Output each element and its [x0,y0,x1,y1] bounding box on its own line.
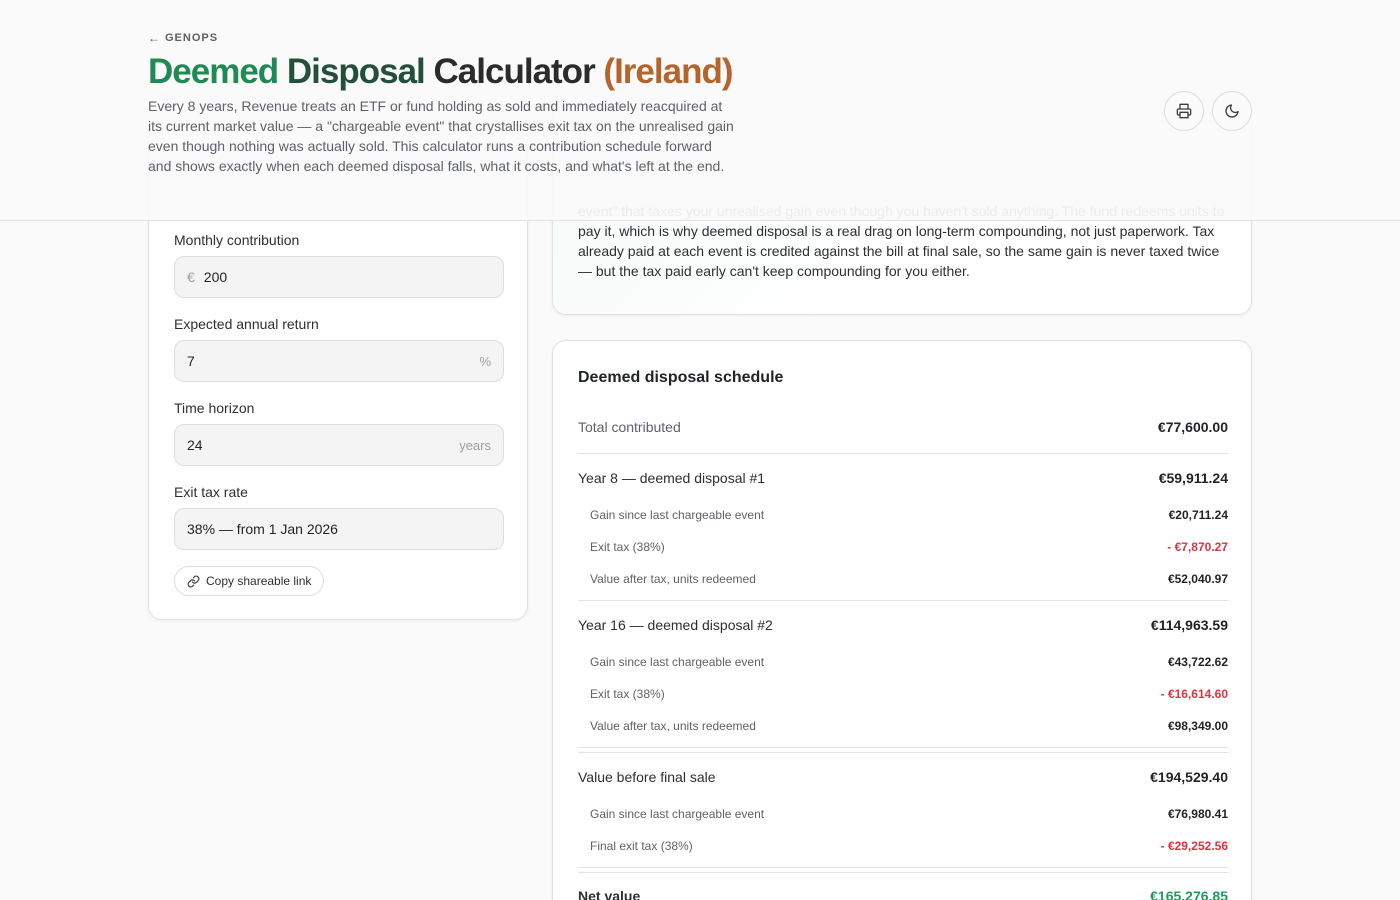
years-suffix: years [459,437,491,453]
gain-row: Gain since last chargeable event €43,722… [578,655,1228,669]
total-contributed-value: €77,600.00 [1157,419,1228,435]
divider [578,600,1228,601]
gain-value: €20,711.24 [1168,508,1228,522]
gain-label: Gain since last chargeable event [590,807,765,821]
after-tax-row: Value after tax, units redeemed €52,040.… [578,572,1228,586]
net-value-row: Net value €165,276.85 [578,888,1228,900]
event-label: Year 16 — deemed disposal #2 [578,617,773,633]
after-tax-row: Value after tax, units redeemed €98,349.… [578,719,1228,733]
exit-tax-label: Exit tax (38%) [590,687,665,701]
disposal-event-row: Year 16 — deemed disposal #2 €114,963.59 [578,617,1228,633]
annual-return-input[interactable]: 7 % [174,340,504,382]
disposal-event-row: Year 8 — deemed disposal #1 €59,911.24 [578,470,1228,486]
link-icon [187,575,200,587]
annual-return-value: 7 [187,353,195,369]
monthly-contribution-input[interactable]: € 200 [174,256,504,298]
net-value-amount: €165,276.85 [1150,888,1228,900]
annual-return-label: Expected annual return [174,316,319,332]
schedule-title: Deemed disposal schedule [578,369,784,386]
exit-tax-row: Exit tax (38%) - €16,614.60 [578,687,1228,701]
exit-tax-value: - €16,614.60 [1160,687,1228,701]
exit-tax-rate-label: Exit tax rate [174,484,248,500]
total-contributed-row: Total contributed €77,600.00 [578,419,1228,435]
final-value-row: Value before final sale €194,529.40 [578,769,1228,785]
schedule-card: Deemed disposal schedule Total contribut… [552,340,1252,900]
currency-prefix: € [187,269,195,285]
gain-label: Gain since last chargeable event [590,508,765,522]
after-tax-value: €98,349.00 [1167,719,1228,733]
divider [578,872,1228,873]
time-horizon-label: Time horizon [174,400,255,416]
event-value: €114,963.59 [1150,617,1228,633]
final-exit-tax-value: - €29,252.56 [1160,839,1228,853]
arrow-left-icon: ← [148,31,161,45]
divider [578,453,1228,454]
total-contributed-label: Total contributed [578,419,681,435]
net-value-label: Net value [578,888,641,900]
after-tax-value: €52,040.97 [1167,572,1228,586]
gain-row: Gain since last chargeable event €76,980… [578,807,1228,821]
back-link-label: GENOPS [165,32,219,44]
exit-tax-label: Exit tax (38%) [590,540,665,554]
final-value-amount: €194,529.40 [1150,769,1228,785]
back-link[interactable]: ← GENOPS [148,31,218,45]
after-tax-label: Value after tax, units redeemed [590,572,756,586]
event-label: Year 8 — deemed disposal #1 [578,470,766,486]
copy-link-button[interactable]: Copy shareable link [174,566,325,596]
page-description: Every 8 years, Revenue treats an ETF or … [148,98,734,174]
gain-label: Gain since last chargeable event [590,655,765,669]
exit-tax-rate-select[interactable]: 38% — from 1 Jan 2026 [174,508,504,550]
time-horizon-value: 24 [187,437,203,453]
theme-toggle-button[interactable] [1212,91,1252,131]
title-word-4: (Ireland) [603,52,733,91]
exit-tax-row: Exit tax (38%) - €7,870.27 [578,540,1228,554]
divider [578,752,1228,753]
final-exit-tax-row: Final exit tax (38%) - €29,252.56 [578,839,1228,853]
copy-link-label: Copy shareable link [206,574,312,588]
final-value-label: Value before final sale [578,769,716,785]
after-tax-label: Value after tax, units redeemed [590,719,756,733]
gain-row: Gain since last chargeable event €20,711… [578,508,1228,522]
page-title: Deemed Disposal Calculator (Ireland) [148,52,734,92]
divider [578,747,1228,748]
gain-value: €43,722.62 [1167,655,1228,669]
final-exit-tax-label: Final exit tax (38%) [590,839,693,853]
monthly-contribution-value: 200 [203,269,228,285]
gain-value: €76,980.41 [1167,807,1228,821]
exit-tax-rate-value: 38% — from 1 Jan 2026 [187,521,338,537]
title-word-3: Calculator [433,52,596,91]
divider [578,867,1228,868]
print-button[interactable] [1164,91,1204,131]
printer-icon [1176,103,1192,119]
event-value: €59,911.24 [1158,470,1228,486]
page-header: ← GENOPS Deemed Disposal Calculator (Ire… [0,0,1400,221]
title-word-2: Disposal [286,52,426,91]
exit-tax-value: - €7,870.27 [1167,540,1228,554]
moon-icon [1225,104,1239,118]
percent-suffix: % [479,353,491,369]
monthly-contribution-label: Monthly contribution [174,232,300,248]
time-horizon-input[interactable]: 24 years [174,424,504,466]
title-word-1: Deemed [148,52,279,91]
